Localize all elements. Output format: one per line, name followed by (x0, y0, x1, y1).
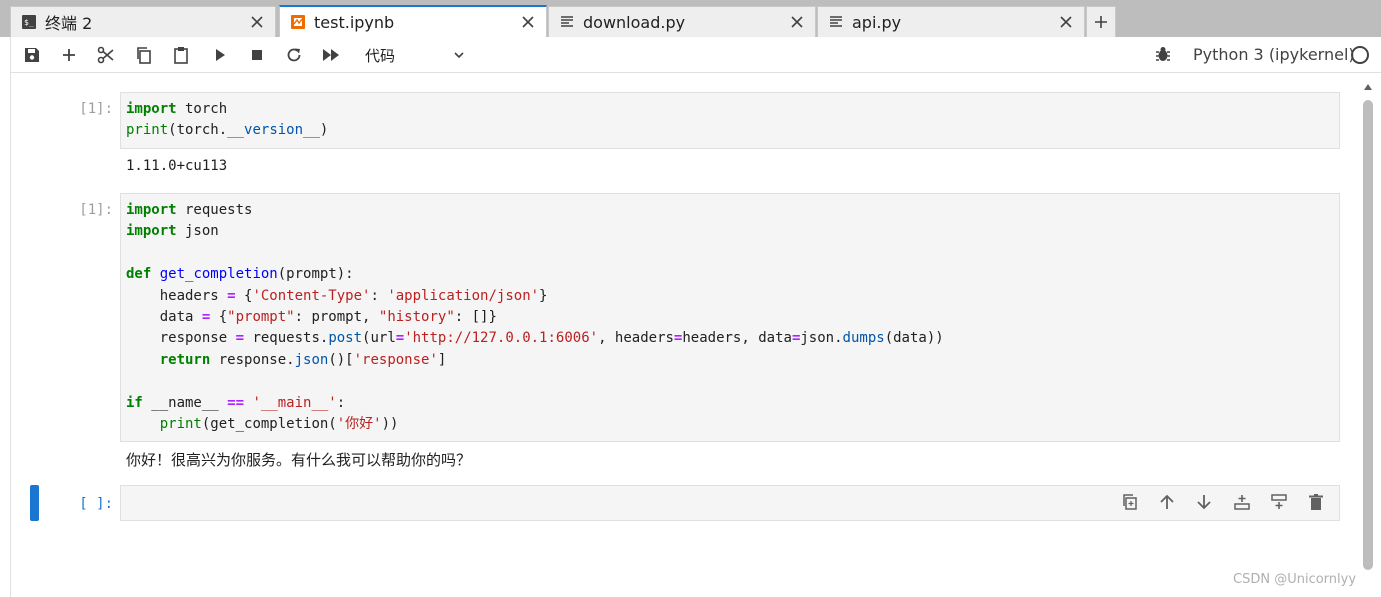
close-icon[interactable] (789, 14, 805, 30)
trash-icon (1309, 494, 1323, 510)
new-tab-button[interactable] (1086, 6, 1116, 37)
run-button[interactable] (210, 45, 230, 65)
move-cell-up-button[interactable] (1156, 491, 1178, 513)
chevron-down-icon (454, 52, 464, 59)
insert-below-icon (1271, 494, 1287, 509)
tab-terminal[interactable]: $_ 终端 2 (10, 6, 276, 37)
tab-api-py[interactable]: api.py (817, 6, 1085, 37)
delete-cell-button[interactable] (1305, 491, 1327, 513)
tab-label: api.py (852, 12, 902, 32)
restart-icon (287, 48, 301, 62)
save-icon (25, 48, 39, 62)
copy-button[interactable] (134, 45, 154, 65)
close-icon[interactable] (249, 14, 265, 30)
stop-icon (252, 50, 262, 60)
run-all-button[interactable] (321, 45, 341, 65)
cell-prompt: [ ]: (79, 496, 113, 512)
tab-label: 终端 2 (45, 14, 93, 33)
tab-label: download.py (583, 12, 686, 32)
cell-prompt: [1]: (79, 101, 113, 117)
code-text: import requests import json def get_comp… (126, 202, 944, 433)
close-icon[interactable] (1058, 14, 1074, 30)
add-icon (63, 49, 75, 61)
notebook-panel: [1]: import torch print(torch.__version_… (10, 73, 1360, 597)
insert-above-icon (1234, 495, 1250, 510)
arrow-down-icon (1197, 495, 1211, 510)
debugger-bug-icon[interactable] (1154, 45, 1172, 63)
run-icon (216, 49, 225, 61)
cell-prompt: [1]: (79, 202, 113, 218)
stop-button[interactable] (247, 45, 267, 65)
duplicate-cell-button[interactable] (1119, 491, 1141, 513)
tab-test-ipynb[interactable]: test.ipynb (279, 5, 547, 37)
tab-download-py[interactable]: download.py (548, 6, 816, 37)
scrollbar[interactable] (1361, 80, 1375, 590)
active-cell-indicator (30, 485, 39, 521)
copy-icon (137, 47, 151, 64)
code-line: print(torch.__version__) (126, 122, 329, 139)
insert-cell-button[interactable] (59, 45, 79, 65)
svg-text:$_: $_ (24, 18, 34, 27)
file-icon (561, 16, 573, 27)
run-all-icon (323, 49, 339, 61)
cell-type-select[interactable]: 代码 (365, 44, 465, 66)
watermark: CSDN @Unicornlyy (1233, 572, 1357, 587)
cell-output: 你好！很高兴为你服务。有什么我可以帮助你的吗？ (126, 451, 472, 469)
cell-toolbar (1119, 491, 1329, 515)
kernel-name[interactable]: Python 3 (ipykernel) (1193, 45, 1355, 64)
insert-cell-below-button[interactable] (1268, 491, 1290, 513)
code-cell-input[interactable]: import requests import json def get_comp… (120, 193, 1340, 442)
code-line: import torch (126, 101, 228, 117)
notebook-icon (291, 15, 305, 29)
scrollbar-thumb[interactable] (1363, 100, 1373, 570)
duplicate-icon (1123, 494, 1137, 510)
arrow-up-icon (1160, 494, 1174, 509)
move-cell-down-button[interactable] (1193, 491, 1215, 513)
paste-button[interactable] (171, 45, 191, 65)
code-cell-input[interactable]: import torch print(torch.__version__) (120, 92, 1340, 149)
cut-button[interactable] (96, 45, 116, 65)
paste-icon (174, 47, 188, 64)
close-icon[interactable] (520, 14, 536, 30)
tab-label: test.ipynb (314, 12, 395, 32)
notebook-toolbar: 代码 Python 3 (ipykernel) (10, 37, 1381, 73)
terminal-icon: $_ (22, 15, 36, 29)
restart-button[interactable] (284, 45, 304, 65)
cell-output: 1.11.0+cu113 (126, 158, 228, 174)
add-icon (1095, 16, 1107, 28)
scroll-up-arrow-icon[interactable] (1363, 82, 1373, 92)
cell-type-value: 代码 (365, 46, 396, 65)
tab-bar: $_ 终端 2 test.ipynb download.py api.py (0, 0, 1381, 37)
code-text: import torch print(torch.__version__) (121, 93, 1339, 148)
save-button[interactable] (22, 45, 42, 65)
kernel-status-indicator (1351, 46, 1369, 64)
insert-cell-above-button[interactable] (1231, 491, 1253, 513)
file-icon (830, 16, 842, 27)
cut-icon (97, 46, 114, 64)
